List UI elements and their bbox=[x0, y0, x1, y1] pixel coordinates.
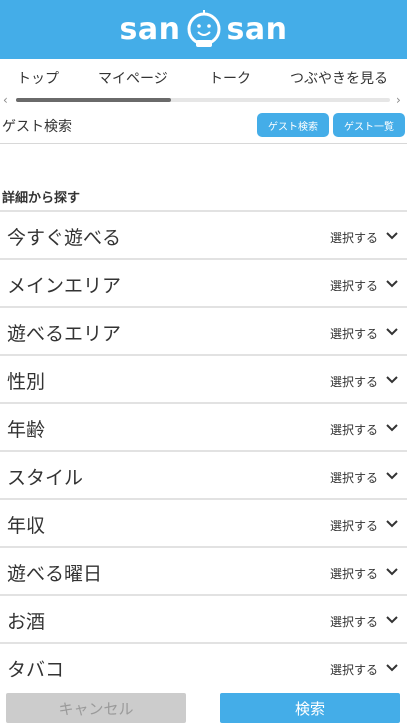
scroll-track[interactable] bbox=[16, 98, 390, 102]
nav-item-mypage[interactable]: マイページ bbox=[98, 68, 168, 88]
filter-label: メインエリア bbox=[7, 275, 122, 297]
filter-label: 年収 bbox=[7, 515, 46, 537]
filter-label: 遊べる曜日 bbox=[7, 563, 103, 585]
cancel-button[interactable]: キャンセル bbox=[6, 693, 186, 723]
chevron-down-icon[interactable] bbox=[385, 279, 399, 289]
select-label[interactable]: 選択する bbox=[330, 565, 378, 582]
nav-scrollbar[interactable]: ‹ › bbox=[0, 92, 407, 108]
chevron-down-icon[interactable] bbox=[385, 663, 399, 673]
guest-search-label: ゲスト検索 bbox=[2, 119, 72, 135]
chevron-down-icon[interactable] bbox=[385, 615, 399, 625]
sansan-logo[interactable]: san san bbox=[119, 9, 288, 50]
chevron-down-icon[interactable] bbox=[385, 423, 399, 433]
filter-row-play-area[interactable]: 遊べるエリア 選択する bbox=[0, 306, 407, 354]
filter-label: タバコ bbox=[7, 659, 65, 681]
filter-row-style[interactable]: スタイル 選択する bbox=[0, 450, 407, 498]
filter-list: 今すぐ遊べる 選択する メインエリア 選択する 遊べるエリア 選択する 性別 選… bbox=[0, 210, 407, 690]
chevron-left-icon[interactable]: ‹ bbox=[3, 92, 8, 108]
filter-label: スタイル bbox=[7, 467, 84, 489]
filter-section-title: 詳細から探す bbox=[2, 191, 81, 206]
chevron-down-icon[interactable] bbox=[385, 471, 399, 481]
search-button[interactable]: 検索 bbox=[220, 693, 400, 723]
filter-row-available-now[interactable]: 今すぐ遊べる 選択する bbox=[0, 210, 407, 258]
chevron-right-icon[interactable]: › bbox=[396, 92, 401, 108]
logo-text-left: san bbox=[119, 12, 181, 47]
chevron-down-icon[interactable] bbox=[385, 231, 399, 241]
filter-label: 性別 bbox=[7, 371, 46, 393]
filter-label: 遊べるエリア bbox=[7, 323, 122, 345]
main-nav: トップ マイページ トーク つぶやきを見る bbox=[0, 59, 407, 93]
filter-row-weekday[interactable]: 遊べる曜日 選択する bbox=[0, 546, 407, 594]
select-label[interactable]: 選択する bbox=[330, 613, 378, 630]
filter-label: お酒 bbox=[7, 611, 46, 633]
guest-list-button[interactable]: ゲスト一覧 bbox=[333, 113, 405, 137]
logo-text-right: san bbox=[226, 12, 288, 47]
nav-item-top[interactable]: トップ bbox=[17, 68, 59, 88]
chevron-down-icon[interactable] bbox=[385, 519, 399, 529]
select-label[interactable]: 選択する bbox=[330, 373, 378, 390]
select-label[interactable]: 選択する bbox=[330, 325, 378, 342]
filter-row-income[interactable]: 年収 選択する bbox=[0, 498, 407, 546]
guest-search-button[interactable]: ゲスト検索 bbox=[257, 113, 329, 137]
chevron-down-icon[interactable] bbox=[385, 327, 399, 337]
select-label[interactable]: 選択する bbox=[330, 661, 378, 678]
chevron-down-icon[interactable] bbox=[385, 567, 399, 577]
select-label[interactable]: 選択する bbox=[330, 229, 378, 246]
chevron-down-icon[interactable] bbox=[385, 375, 399, 385]
filter-label: 年齢 bbox=[7, 419, 46, 441]
select-label[interactable]: 選択する bbox=[330, 517, 378, 534]
filter-row-age[interactable]: 年齢 選択する bbox=[0, 402, 407, 450]
footer-actions: キャンセル 検索 bbox=[0, 683, 407, 723]
filter-row-gender[interactable]: 性別 選択する bbox=[0, 354, 407, 402]
select-label[interactable]: 選択する bbox=[330, 277, 378, 294]
filter-row-main-area[interactable]: メインエリア 選択する bbox=[0, 258, 407, 306]
select-label[interactable]: 選択する bbox=[330, 421, 378, 438]
scroll-thumb[interactable] bbox=[16, 98, 171, 102]
filter-label: 今すぐ遊べる bbox=[7, 227, 122, 249]
app-header: san san bbox=[0, 0, 407, 59]
nav-item-talk[interactable]: トーク bbox=[209, 68, 251, 88]
select-label[interactable]: 選択する bbox=[330, 469, 378, 486]
filter-row-alcohol[interactable]: お酒 選択する bbox=[0, 594, 407, 642]
logo-mascot-icon bbox=[187, 9, 220, 47]
nav-item-tweets[interactable]: つぶやきを見る bbox=[290, 68, 388, 88]
guest-search-row: ゲスト検索 ゲスト検索 ゲスト一覧 bbox=[0, 111, 407, 144]
